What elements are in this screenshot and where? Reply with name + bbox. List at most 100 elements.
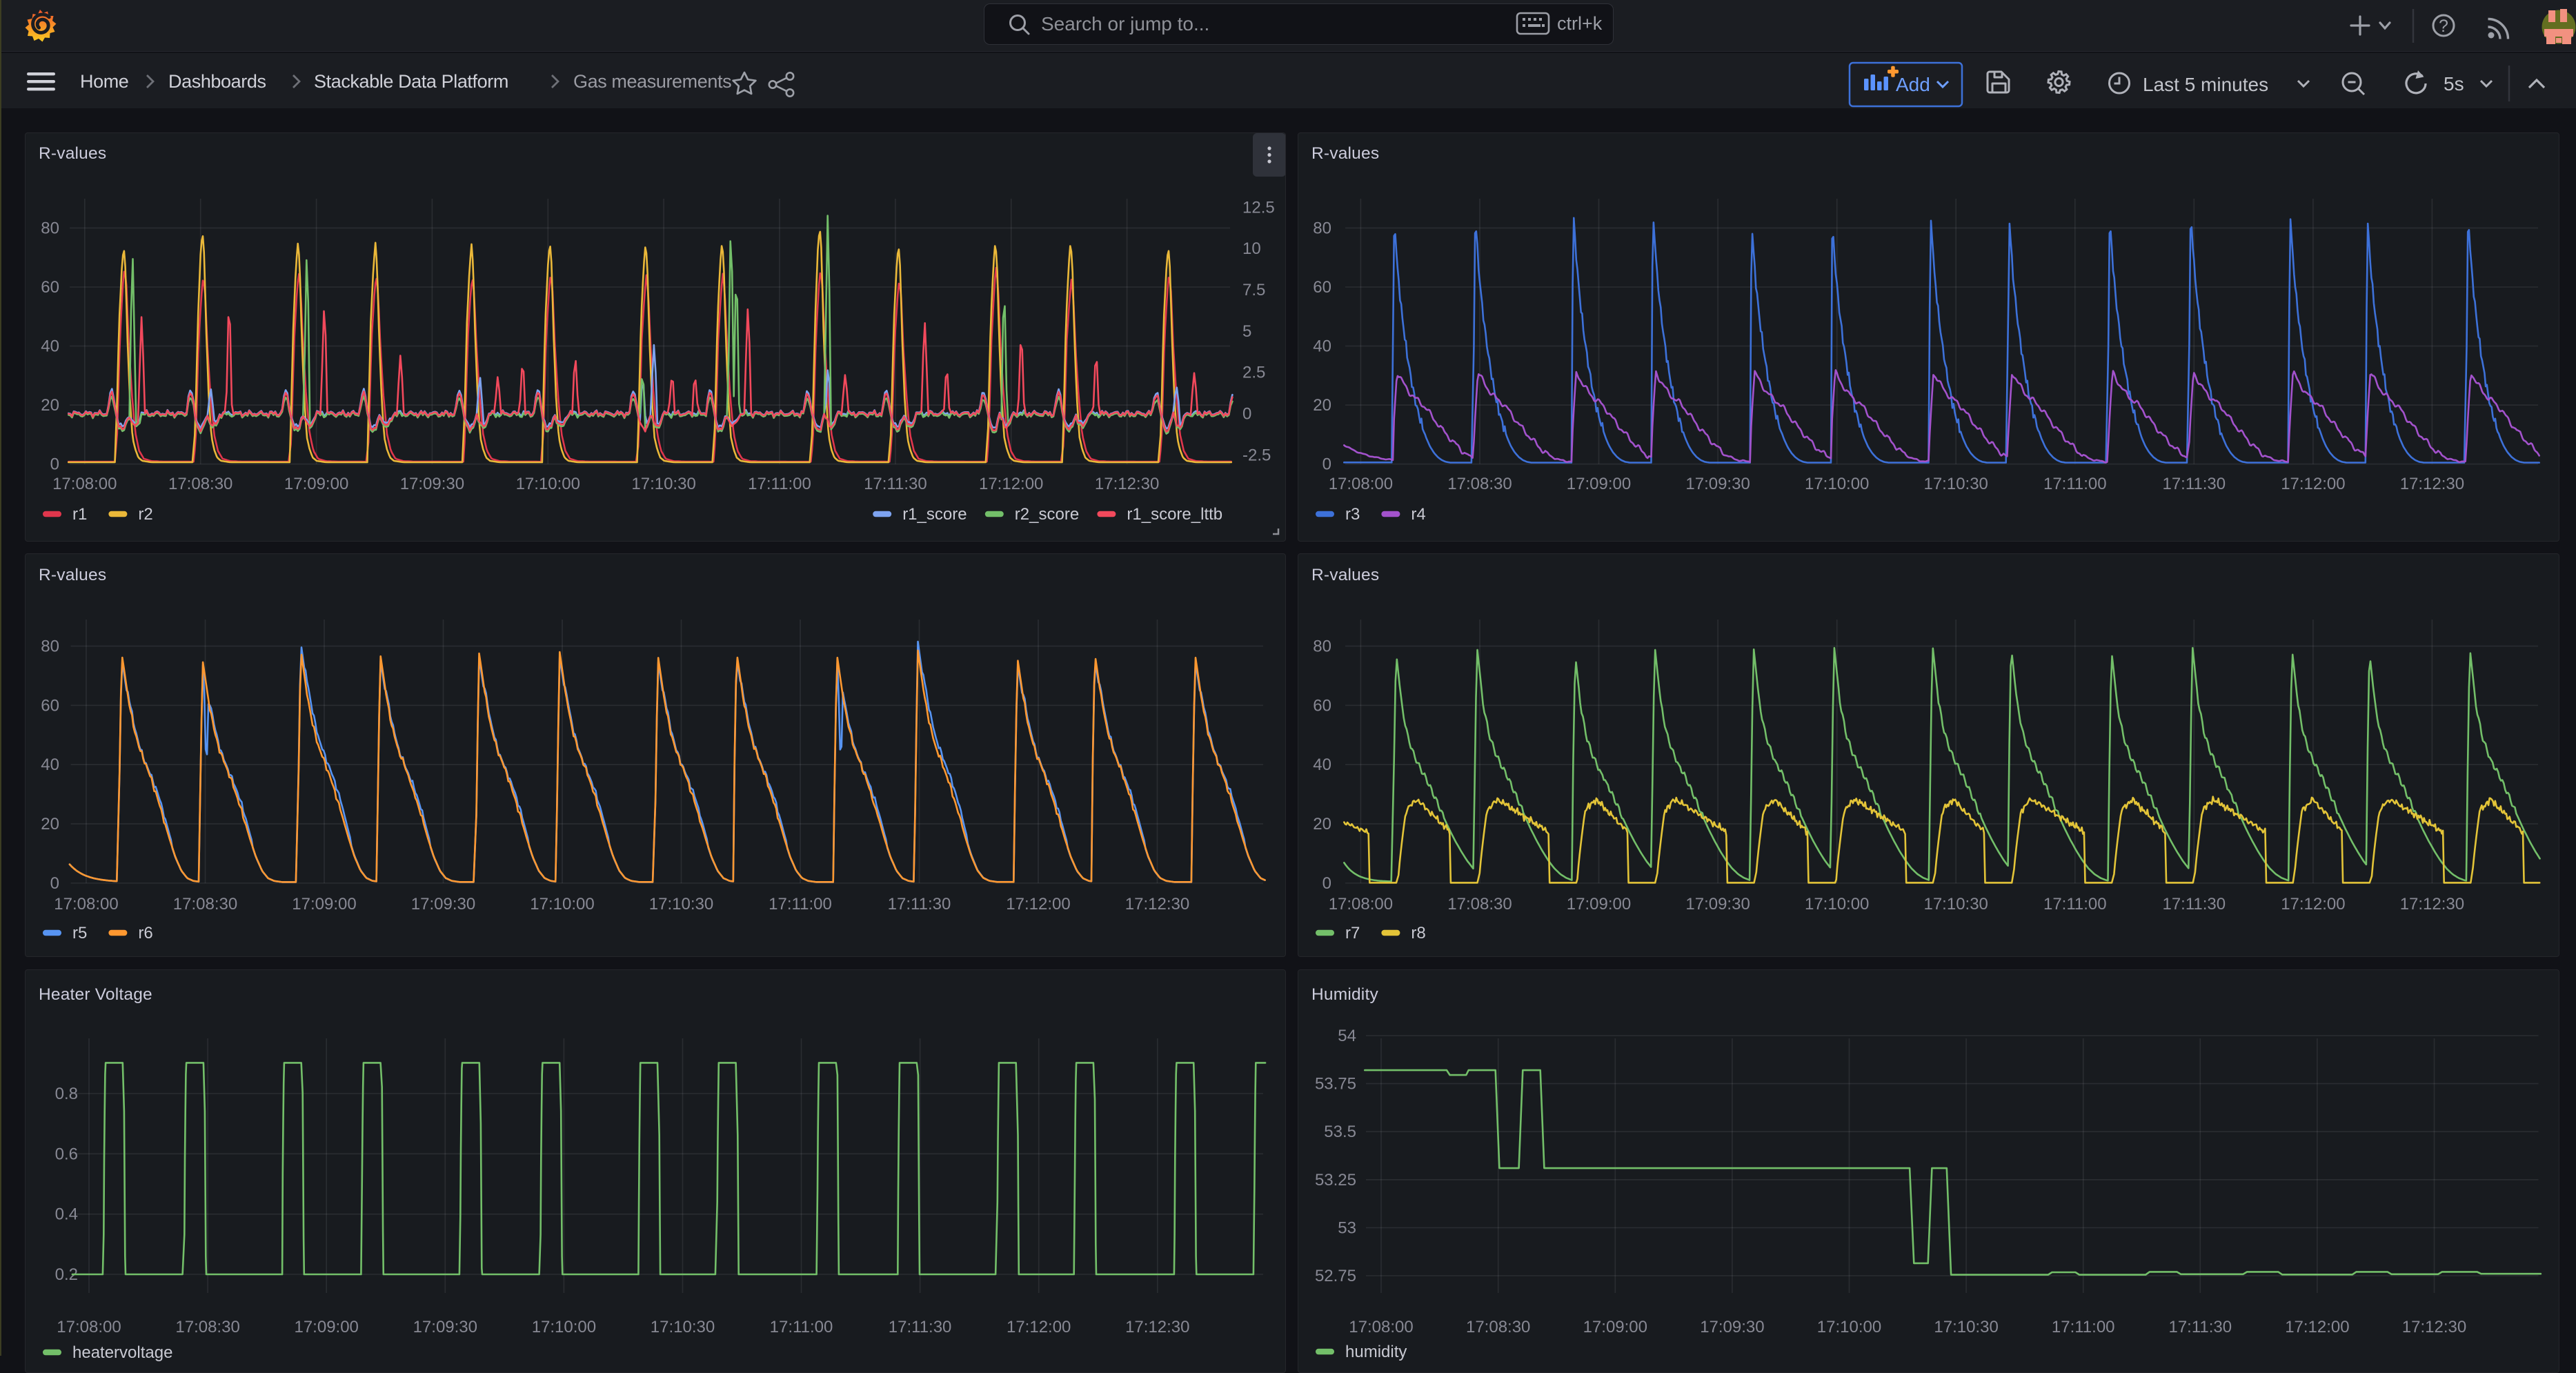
svg-text:17:12:30: 17:12:30 <box>2400 895 2464 913</box>
svg-text:53.25: 53.25 <box>1315 1171 1356 1189</box>
svg-text:17:11:30: 17:11:30 <box>2162 895 2226 913</box>
svg-text:17:12:30: 17:12:30 <box>1125 895 1189 913</box>
svg-text:17:10:00: 17:10:00 <box>1805 895 1869 913</box>
svg-text:7.5: 7.5 <box>1242 281 1265 299</box>
svg-text:20: 20 <box>1313 396 1331 415</box>
svg-text:17:11:00: 17:11:00 <box>770 1318 833 1336</box>
svg-text:5s: 5s <box>2444 73 2464 95</box>
svg-text:40: 40 <box>41 337 59 356</box>
svg-text:-2.5: -2.5 <box>1242 446 1271 464</box>
svg-text:17:09:00: 17:09:00 <box>1583 1318 1647 1336</box>
svg-text:17:09:30: 17:09:30 <box>1700 1318 1764 1336</box>
svg-text:r1_score_lttb: r1_score_lttb <box>1127 505 1222 524</box>
svg-text:60: 60 <box>41 696 59 715</box>
svg-text:17:09:30: 17:09:30 <box>413 1318 477 1336</box>
svg-text:17:09:30: 17:09:30 <box>411 895 475 913</box>
svg-text:40: 40 <box>1313 337 1331 356</box>
svg-text:r4: r4 <box>1411 505 1425 524</box>
svg-text:17:11:00: 17:11:00 <box>2052 1318 2115 1336</box>
svg-text:0: 0 <box>1322 874 1331 893</box>
svg-text:Stackable Data Platform: Stackable Data Platform <box>314 71 508 92</box>
svg-text:17:12:00: 17:12:00 <box>2285 1318 2349 1336</box>
svg-text:?: ? <box>2439 17 2448 36</box>
svg-text:17:10:30: 17:10:30 <box>651 1318 715 1336</box>
svg-text:80: 80 <box>41 637 59 655</box>
svg-text:Home: Home <box>80 71 128 92</box>
svg-text:20: 20 <box>41 396 59 415</box>
svg-text:17:10:00: 17:10:00 <box>532 1318 596 1336</box>
svg-text:R-values: R-values <box>39 144 106 163</box>
svg-text:R-values: R-values <box>1311 566 1379 584</box>
svg-text:17:09:30: 17:09:30 <box>1685 895 1750 913</box>
svg-text:10: 10 <box>1242 239 1261 258</box>
svg-text:17:08:00: 17:08:00 <box>1329 475 1393 493</box>
svg-text:17:08:00: 17:08:00 <box>57 1318 121 1336</box>
svg-text:17:10:30: 17:10:30 <box>1923 895 1988 913</box>
svg-text:20: 20 <box>41 815 59 833</box>
svg-text:17:08:00: 17:08:00 <box>1349 1318 1413 1336</box>
svg-text:r3: r3 <box>1345 505 1360 524</box>
svg-text:17:11:00: 17:11:00 <box>748 475 811 493</box>
svg-text:17:08:30: 17:08:30 <box>173 895 237 913</box>
svg-text:r8: r8 <box>1411 924 1425 942</box>
svg-text:17:09:00: 17:09:00 <box>1567 895 1631 913</box>
svg-text:r2_score: r2_score <box>1015 505 1079 524</box>
svg-text:r7: r7 <box>1345 924 1360 942</box>
svg-text:17:10:00: 17:10:00 <box>516 475 580 493</box>
svg-text:r1: r1 <box>72 505 87 524</box>
svg-text:17:11:00: 17:11:00 <box>2043 475 2107 493</box>
svg-text:17:08:30: 17:08:30 <box>1466 1318 1530 1336</box>
svg-text:17:10:00: 17:10:00 <box>1805 475 1869 493</box>
svg-text:17:08:30: 17:08:30 <box>175 1318 239 1336</box>
svg-text:17:11:00: 17:11:00 <box>769 895 832 913</box>
svg-text:17:10:00: 17:10:00 <box>1817 1318 1881 1336</box>
svg-text:17:09:00: 17:09:00 <box>284 475 348 493</box>
svg-text:heatervoltage: heatervoltage <box>72 1343 172 1362</box>
svg-text:17:11:00: 17:11:00 <box>2043 895 2107 913</box>
svg-text:17:11:30: 17:11:30 <box>864 475 927 493</box>
svg-text:17:08:30: 17:08:30 <box>1447 475 1512 493</box>
svg-text:60: 60 <box>1313 696 1331 715</box>
svg-text:17:12:00: 17:12:00 <box>2281 895 2345 913</box>
svg-text:17:10:00: 17:10:00 <box>530 895 594 913</box>
svg-text:Last 5 minutes: Last 5 minutes <box>2143 74 2268 95</box>
svg-text:17:11:30: 17:11:30 <box>889 1318 952 1336</box>
svg-text:17:11:30: 17:11:30 <box>2162 475 2226 493</box>
svg-text:Heater Voltage: Heater Voltage <box>39 985 152 1004</box>
svg-text:53.75: 53.75 <box>1315 1075 1356 1094</box>
svg-text:17:09:00: 17:09:00 <box>294 1318 358 1336</box>
svg-text:Dashboards: Dashboards <box>168 71 266 92</box>
svg-text:Add: Add <box>1896 74 1930 95</box>
svg-text:R-values: R-values <box>39 566 106 584</box>
svg-text:53: 53 <box>1338 1218 1356 1237</box>
svg-text:17:08:30: 17:08:30 <box>1447 895 1512 913</box>
svg-text:17:08:30: 17:08:30 <box>168 475 232 493</box>
svg-text:80: 80 <box>1313 637 1331 655</box>
svg-text:17:10:30: 17:10:30 <box>1934 1318 1998 1336</box>
svg-text:17:09:00: 17:09:00 <box>292 895 356 913</box>
svg-text:80: 80 <box>1313 219 1331 237</box>
svg-text:17:11:30: 17:11:30 <box>888 895 951 913</box>
svg-text:17:08:00: 17:08:00 <box>52 475 117 493</box>
svg-text:0.8: 0.8 <box>55 1085 78 1103</box>
svg-text:r6: r6 <box>138 924 152 942</box>
svg-text:Search or jump to...: Search or jump to... <box>1041 13 1209 34</box>
svg-text:r2: r2 <box>138 505 152 524</box>
svg-text:17:08:00: 17:08:00 <box>1329 895 1393 913</box>
svg-text:0: 0 <box>1322 455 1331 474</box>
svg-text:2.5: 2.5 <box>1242 364 1265 382</box>
svg-text:17:12:30: 17:12:30 <box>2400 475 2464 493</box>
svg-text:20: 20 <box>1313 815 1331 833</box>
svg-text:ctrl+k: ctrl+k <box>1557 13 1603 34</box>
svg-text:60: 60 <box>41 278 59 297</box>
svg-text:0.4: 0.4 <box>55 1205 78 1224</box>
svg-text:17:10:30: 17:10:30 <box>1923 475 1988 493</box>
svg-text:17:09:30: 17:09:30 <box>1685 475 1750 493</box>
svg-text:53.5: 53.5 <box>1324 1123 1356 1141</box>
svg-text:17:12:00: 17:12:00 <box>979 475 1043 493</box>
svg-text:17:11:30: 17:11:30 <box>2168 1318 2232 1336</box>
svg-text:humidity: humidity <box>1345 1343 1407 1361</box>
svg-text:17:12:30: 17:12:30 <box>1095 475 1159 493</box>
svg-text:60: 60 <box>1313 278 1331 297</box>
svg-text:17:12:00: 17:12:00 <box>1007 1318 1071 1336</box>
